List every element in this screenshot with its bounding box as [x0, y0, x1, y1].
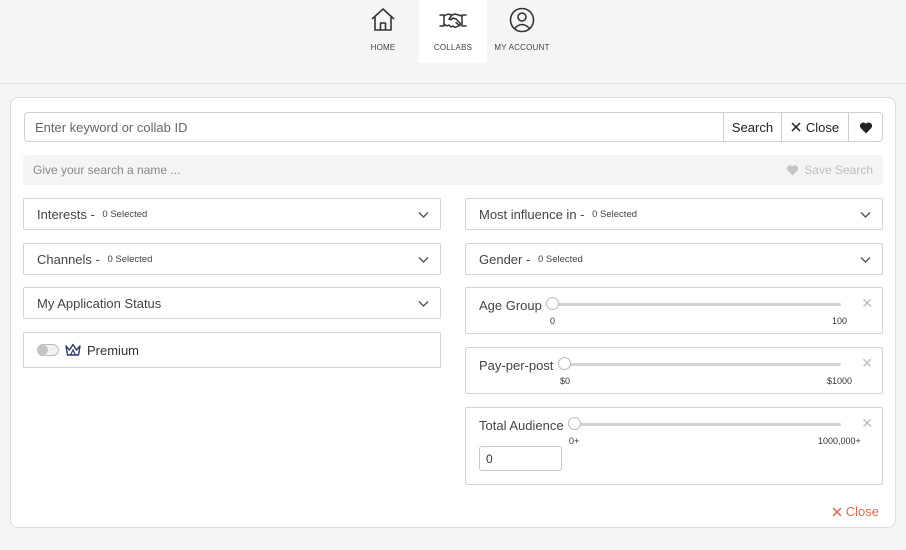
panel-close-button[interactable]: Close [832, 504, 879, 519]
gender-count: 0 Selected [537, 253, 583, 265]
interests-count: 0 Selected [102, 208, 148, 220]
total-audience-filter: Total Audience 0+ 1000,000+ ✕ [465, 407, 883, 485]
save-search-button[interactable]: Save Search [786, 155, 873, 185]
nav-item-home[interactable]: HOME [349, 0, 417, 63]
most-influence-label: Most influence in - [479, 206, 585, 222]
chevron-down-icon [418, 212, 429, 218]
gender-dropdown[interactable]: Gender - 0 Selected [465, 243, 883, 275]
pay-per-post-max-label: $1000 [827, 376, 853, 386]
user-circle-icon [509, 7, 535, 33]
total-audience-min-label: 0+ [569, 436, 580, 446]
search-row: Search Close [24, 112, 883, 142]
pay-per-post-slider-track[interactable] [565, 363, 841, 366]
panel-close-label: Close [845, 504, 879, 519]
channels-label: Channels - [37, 251, 100, 267]
chevron-down-icon [418, 257, 429, 263]
age-group-max-label: 100 [832, 316, 848, 326]
heart-icon [859, 121, 872, 133]
save-search-label: Save Search [804, 163, 873, 177]
total-audience-label: Total Audience [479, 418, 564, 433]
crown-icon [65, 343, 81, 356]
total-audience-slider-thumb[interactable] [568, 417, 581, 430]
favorites-button[interactable] [848, 112, 883, 142]
interests-label: Interests - [37, 206, 95, 222]
close-icon [832, 506, 842, 517]
gender-label: Gender - [479, 251, 531, 267]
search-name-row: Save Search [23, 155, 883, 185]
premium-filter: Premium [23, 332, 441, 368]
interests-dropdown[interactable]: Interests - 0 Selected [23, 198, 441, 230]
close-icon [791, 122, 801, 132]
top-nav: HOME COLLABS MY ACCOUNT [0, 0, 906, 84]
age-group-min-label: 0 [550, 316, 556, 326]
nav-label-home: HOME [370, 43, 396, 52]
total-audience-input[interactable] [479, 446, 562, 471]
most-influence-count: 0 Selected [592, 208, 638, 220]
channels-dropdown[interactable]: Channels - 0 Selected [23, 243, 441, 275]
application-status-label: My Application Status [37, 295, 162, 311]
nav-item-my-account[interactable]: MY ACCOUNT [488, 0, 556, 63]
age-group-label: Age Group [479, 298, 542, 313]
pay-per-post-clear-button[interactable]: ✕ [861, 355, 873, 372]
age-group-slider-track[interactable] [553, 303, 841, 306]
close-search-button[interactable]: Close [781, 112, 849, 142]
application-status-dropdown[interactable]: My Application Status [23, 287, 441, 319]
nav-label-collabs: COLLABS [433, 43, 473, 52]
search-panel: Search Close Save Search Interests - 0 S… [10, 97, 896, 528]
age-group-filter: Age Group 0 100 ✕ [465, 287, 883, 334]
pay-per-post-min-label: $0 [560, 376, 571, 386]
nav-label-my-account: MY ACCOUNT [494, 43, 550, 52]
most-influence-dropdown[interactable]: Most influence in - 0 Selected [465, 198, 883, 230]
nav-item-collabs[interactable]: COLLABS [419, 0, 487, 63]
total-audience-max-label: 1000,000+ [818, 436, 861, 446]
age-group-slider-thumb[interactable] [546, 297, 559, 310]
chevron-down-icon [860, 257, 871, 263]
premium-toggle[interactable] [37, 344, 59, 356]
total-audience-clear-button[interactable]: ✕ [861, 415, 873, 432]
pay-per-post-label: Pay-per-post [479, 358, 554, 373]
channels-count: 0 Selected [107, 253, 153, 265]
premium-label: Premium [87, 342, 140, 358]
close-search-label: Close [805, 119, 840, 135]
chevron-down-icon [418, 301, 429, 307]
handshake-icon [439, 13, 467, 29]
search-button[interactable]: Search [723, 112, 782, 142]
search-input[interactable] [24, 112, 724, 142]
home-icon [371, 8, 395, 31]
heart-icon [787, 165, 799, 176]
age-group-clear-button[interactable]: ✕ [861, 295, 873, 312]
search-name-input[interactable] [23, 155, 723, 185]
pay-per-post-slider-thumb[interactable] [558, 357, 571, 370]
pay-per-post-filter: Pay-per-post $0 $1000 ✕ [465, 347, 883, 394]
chevron-down-icon [860, 212, 871, 218]
total-audience-slider-track[interactable] [574, 423, 841, 426]
